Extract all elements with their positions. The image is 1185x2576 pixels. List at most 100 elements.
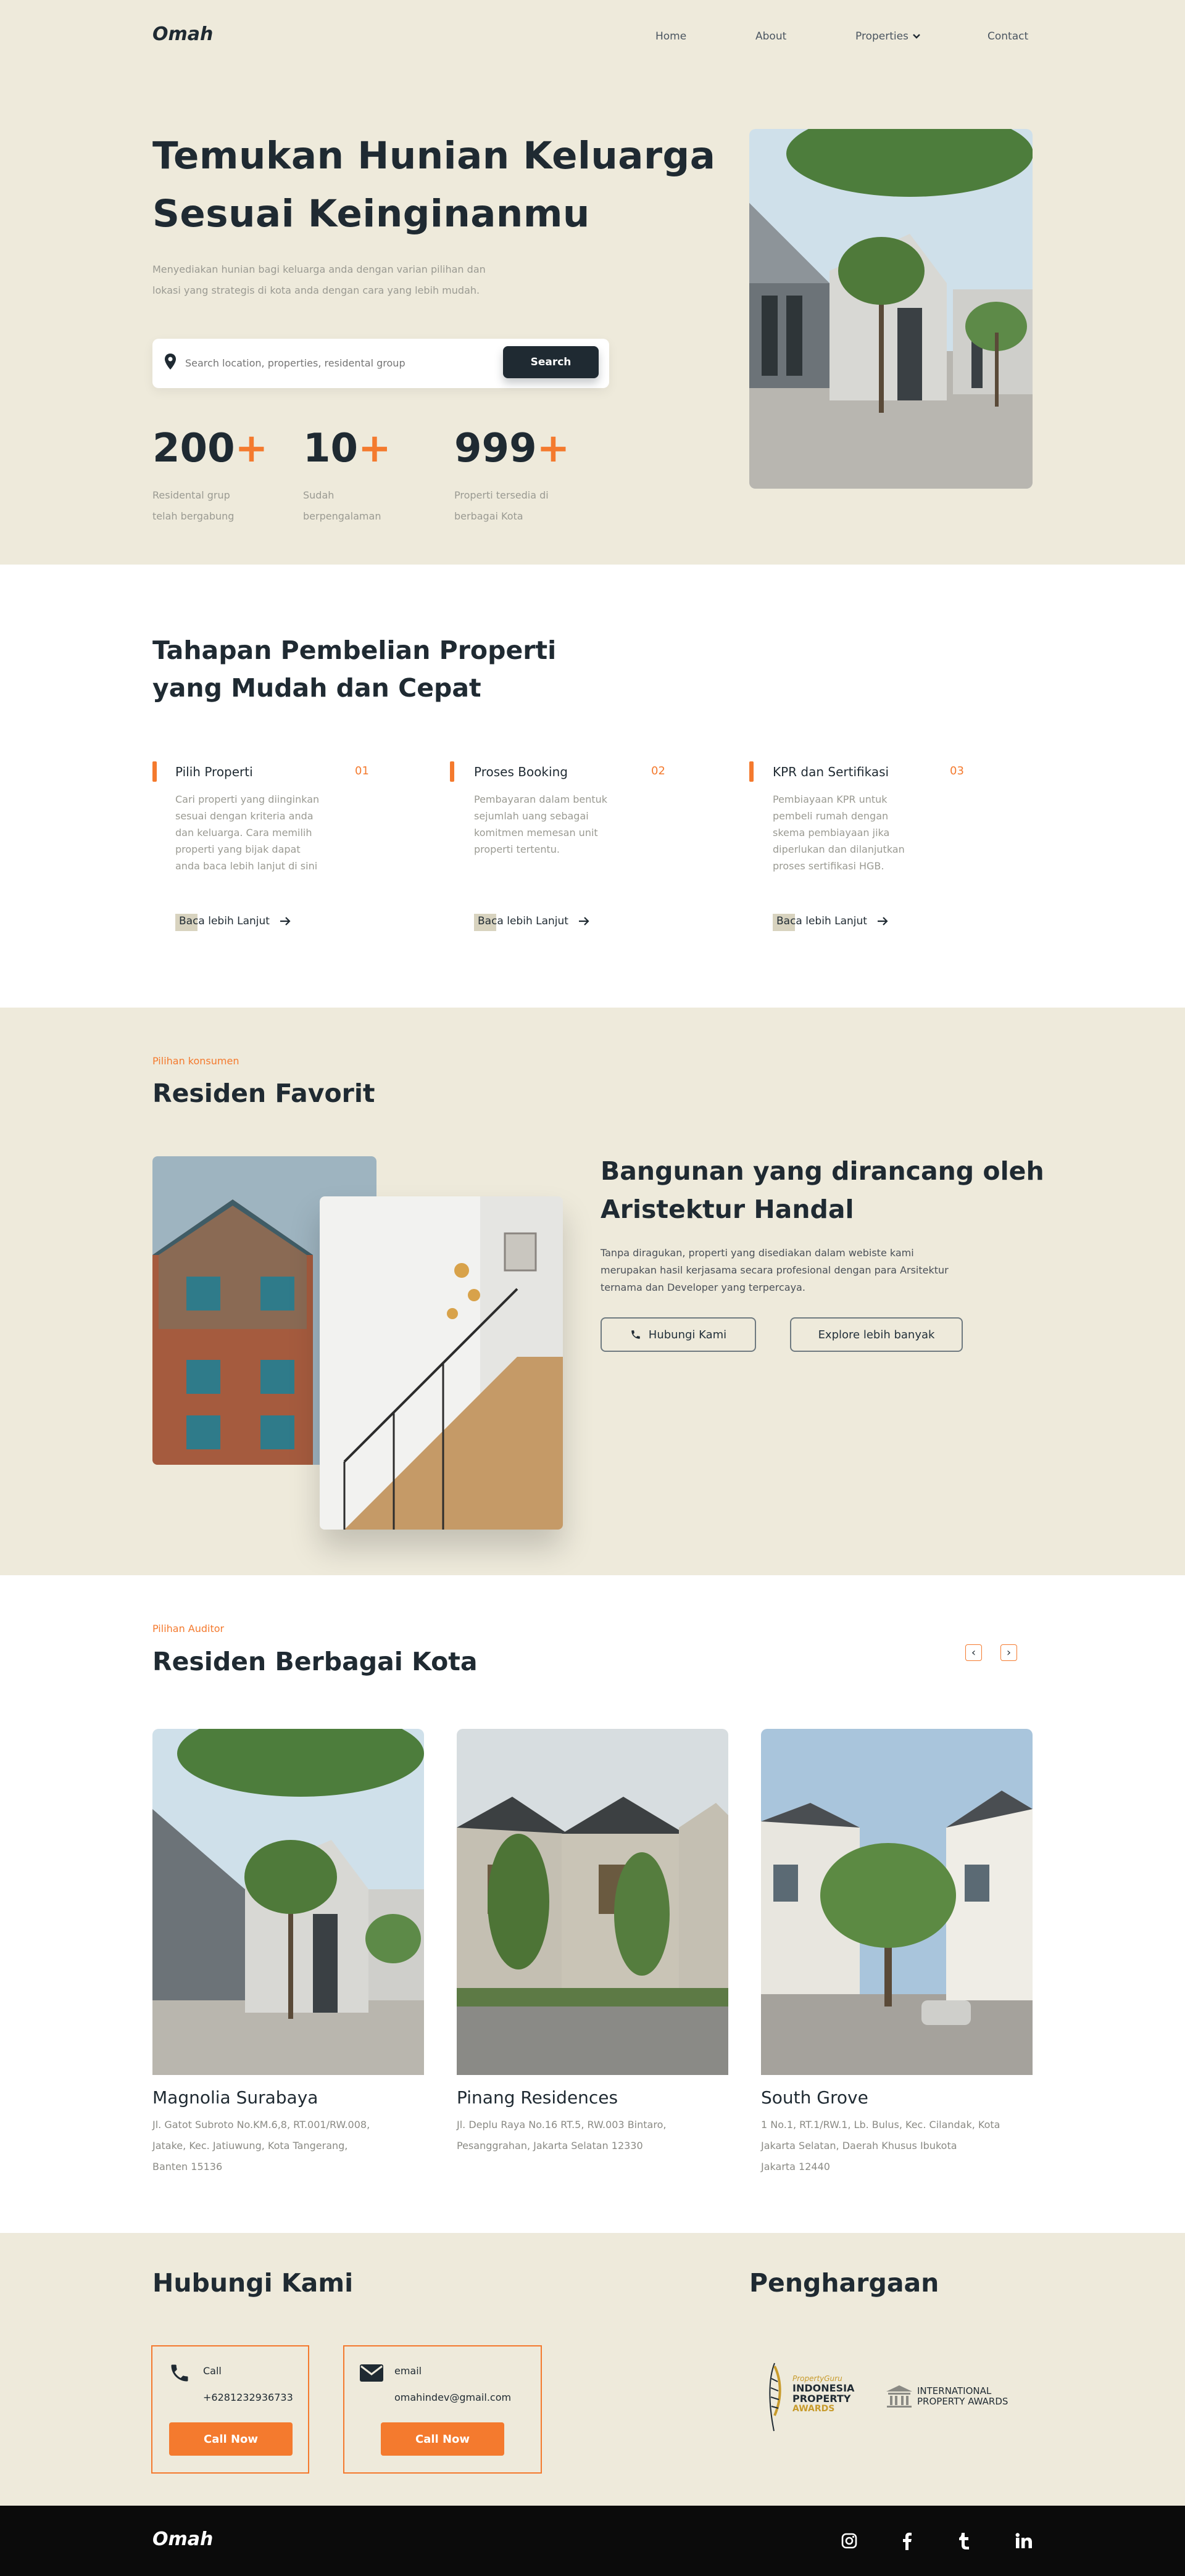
email-address[interactable]: omahindev@gmail.com <box>394 2392 511 2403</box>
hero-title-line1: Temukan Hunian Keluarga <box>152 134 716 178</box>
search-input[interactable] <box>185 352 494 374</box>
award1-line2: PROPERTY <box>792 2393 851 2404</box>
phone-icon <box>631 1330 640 1339</box>
nav-contact[interactable]: Contact <box>988 30 1028 43</box>
read-more-link[interactable]: Baca lebih Lanjut <box>175 914 291 931</box>
nav-about-link[interactable]: About <box>755 30 786 43</box>
favorit-heading-line2: Aristektur Handal <box>601 1195 854 1224</box>
nav-home-link[interactable]: Home <box>655 30 686 43</box>
carousel-next-button[interactable]: › <box>1000 1644 1017 1661</box>
nav-home[interactable]: Home <box>655 30 686 43</box>
stat-plus: + <box>358 426 391 471</box>
favorit-eyebrow: Pilihan konsumen <box>152 1055 239 1067</box>
tumblr-icon[interactable] <box>958 2532 970 2550</box>
stat-number: 10 <box>303 426 359 471</box>
contact-us-label: Hubungi Kami <box>648 1328 727 1341</box>
step-desc: dan keluarga. Cara memilih <box>175 827 312 839</box>
city-address: Pesanggrahan, Jakarta Selatan 12330 <box>457 2140 643 2151</box>
cities-title: Residen Berbagai Kota <box>152 1647 478 1676</box>
steps-title-line1: Tahapan Pembelian Properti <box>152 636 557 665</box>
step-number: 02 <box>651 764 665 777</box>
step-accent-bar <box>450 761 454 782</box>
favorit-heading-line1: Bangunan yang dirancang oleh <box>601 1156 1044 1186</box>
step-desc: proses sertifikasi HGB. <box>773 860 884 872</box>
city-name[interactable]: Magnolia Surabaya <box>152 2087 318 2108</box>
city-address: Jatake, Kec. Jatiuwung, Kota Tangerang, <box>152 2140 348 2151</box>
call-now-button[interactable]: Call Now <box>169 2422 293 2456</box>
phone-number[interactable]: +6281232936733 <box>203 2392 293 2403</box>
stat-label: berbagai Kota <box>454 510 523 522</box>
cities-eyebrow: Pilihan Auditor <box>152 1623 225 1634</box>
contact-us-button[interactable]: Hubungi Kami <box>601 1317 756 1352</box>
step-title: Pilih Properti <box>175 764 253 779</box>
mail-icon <box>360 2364 383 2382</box>
stat-experience: 10+ <box>303 426 391 471</box>
award2-line2: PROPERTY AWARDS <box>917 2396 1008 2407</box>
step-desc: Pembayaran dalam bentuk <box>474 793 608 805</box>
city-card-image <box>152 1729 424 2075</box>
city-name[interactable]: Pinang Residences <box>457 2087 618 2108</box>
facebook-icon[interactable] <box>901 2532 912 2550</box>
stat-label: telah bergabung <box>152 510 235 522</box>
stat-residental: 200+ <box>152 426 268 471</box>
staircase-interior-image <box>320 1196 563 1530</box>
nav-properties[interactable]: Properties <box>855 30 921 43</box>
hero-house-image <box>749 129 1033 489</box>
award2-line1: INTERNATIONAL <box>917 2385 992 2396</box>
step-title: KPR dan Sertifikasi <box>773 764 889 779</box>
footer-logo[interactable]: Omah <box>152 2528 213 2550</box>
award-building-logo <box>886 2385 912 2408</box>
step-desc: Pembiayaan KPR untuk <box>773 793 888 805</box>
instagram-icon[interactable] <box>841 2533 857 2549</box>
explore-more-label: Explore lebih banyak <box>818 1328 935 1341</box>
city-name[interactable]: South Grove <box>761 2087 868 2108</box>
nav-properties-link[interactable]: Properties <box>855 30 908 43</box>
step-desc: pembeli rumah dengan <box>773 810 889 822</box>
favorit-title: Residen Favorit <box>152 1079 375 1108</box>
stat-number: 999 <box>454 426 537 471</box>
city-address: Jl. Deplu Raya No.16 RT.5, RW.003 Bintar… <box>457 2119 667 2131</box>
step-desc: diperlukan dan dilanjutkan <box>773 843 905 855</box>
read-more-link[interactable]: Baca lebih Lanjut <box>474 914 589 931</box>
nav-contact-link[interactable]: Contact <box>988 30 1028 43</box>
step-desc: anda baca lebih lanjut di sini <box>175 860 318 872</box>
phone-icon <box>171 2364 188 2382</box>
step-number: 01 <box>355 764 369 777</box>
city-address: Jl. Gatot Subroto No.KM.6,8, RT.001/RW.0… <box>152 2119 370 2131</box>
step-desc: Cari properti yang diinginkan <box>175 793 320 805</box>
email-now-button[interactable]: Call Now <box>381 2422 504 2456</box>
nav-about[interactable]: About <box>755 30 786 43</box>
email-label: email <box>394 2365 422 2377</box>
read-more-label: Baca lebih Lanjut <box>478 915 568 927</box>
step-desc: skema pembiayaan jika <box>773 827 890 839</box>
award1-brand: PropertyGuru <box>792 2374 842 2383</box>
carousel-prev-button[interactable]: ‹ <box>965 1644 982 1661</box>
chevron-down-icon <box>913 34 920 39</box>
explore-more-button[interactable]: Explore lebih banyak <box>790 1317 963 1352</box>
award1-line1: INDONESIA <box>792 2382 855 2394</box>
step-desc: sesuai dengan kriteria anda <box>175 810 314 822</box>
favorit-desc-line1: Tanpa diragukan, properti yang disediaka… <box>601 1247 914 1259</box>
city-address: Banten 15136 <box>152 2161 223 2172</box>
linkedin-icon[interactable] <box>1015 2533 1033 2549</box>
step-desc: sejumlah uang sebagai <box>474 810 589 822</box>
step-number: 03 <box>950 764 964 777</box>
stat-label: Residental grup <box>152 489 230 501</box>
contact-title: Hubungi Kami <box>152 2268 354 2298</box>
stat-properties: 999+ <box>454 426 570 471</box>
location-pin-icon <box>165 354 176 370</box>
city-card-image <box>761 1729 1033 2075</box>
stat-label: Properti tersedia di <box>454 489 549 501</box>
award-feather-logo <box>769 2363 781 2432</box>
stat-label: berpengalaman <box>303 510 381 522</box>
read-more-link[interactable]: Baca lebih Lanjut <box>773 914 888 931</box>
city-address: Jakarta 12440 <box>761 2161 830 2172</box>
arrow-right-icon <box>877 917 888 926</box>
city-address: Jakarta Selatan, Daerah Khusus Ibukota <box>761 2140 957 2151</box>
step-desc: properti tertentu. <box>474 843 560 855</box>
stat-plus: + <box>235 426 268 471</box>
arrow-right-icon <box>280 917 291 926</box>
logo[interactable]: Omah <box>152 23 213 45</box>
search-button[interactable]: Search <box>503 346 599 378</box>
call-label: Call <box>203 2365 222 2377</box>
